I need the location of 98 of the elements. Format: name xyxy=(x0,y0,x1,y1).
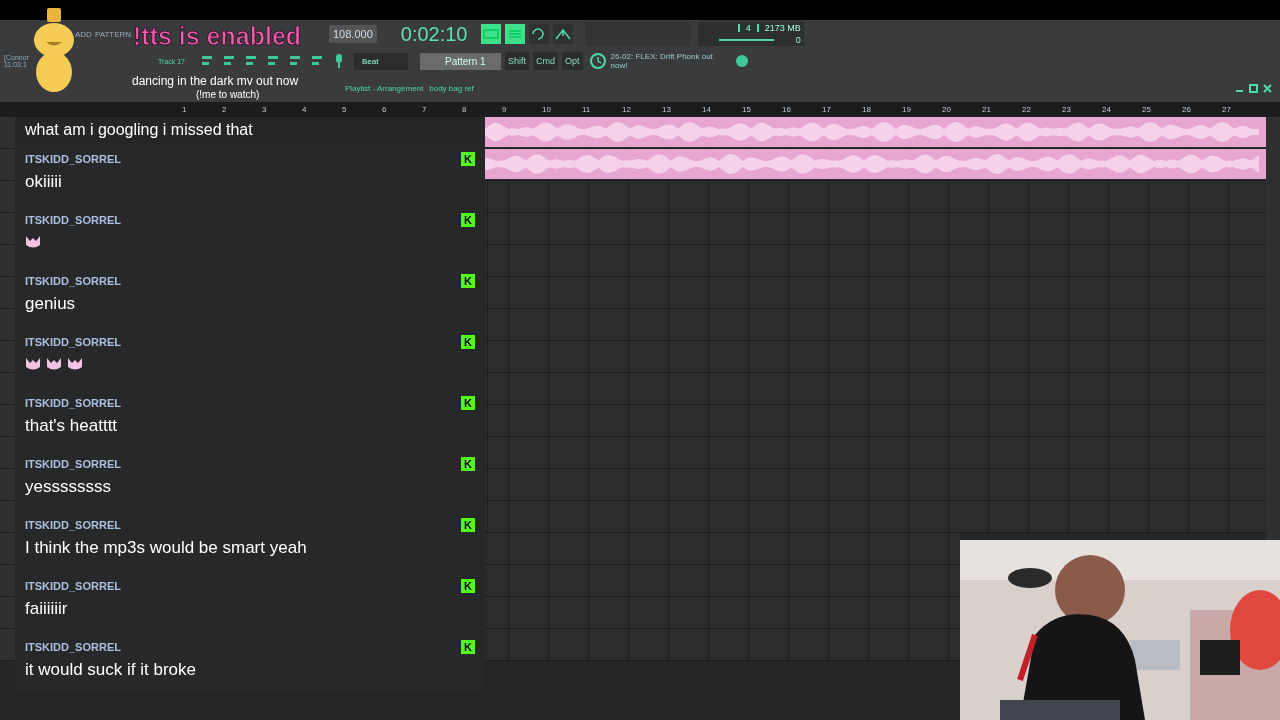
toolbar-icon[interactable] xyxy=(222,54,236,68)
audio-clip[interactable] xyxy=(485,149,1266,179)
bar-number: 24 xyxy=(1102,105,1112,114)
toolbar-icon[interactable] xyxy=(310,54,324,68)
bar-number: 2 xyxy=(222,105,228,114)
snap-dropdown[interactable]: Beat xyxy=(354,52,408,70)
track-lane[interactable] xyxy=(485,597,960,628)
audio-clip[interactable] xyxy=(485,117,1266,147)
emote-icon xyxy=(67,357,84,371)
chat-badge: K xyxy=(461,640,475,654)
clock-icon[interactable] xyxy=(588,52,607,70)
emote-icon xyxy=(25,235,42,249)
chat-message-text: okiiiii xyxy=(25,172,63,192)
tempo-display[interactable]: 108.000 xyxy=(329,25,377,43)
metronome-button[interactable] xyxy=(552,24,573,44)
keyboard-icon xyxy=(482,28,499,40)
chat-username[interactable]: ITSKIDD_SORREL xyxy=(25,336,121,348)
bar-number: 17 xyxy=(822,105,832,114)
chat-username[interactable]: ITSKIDD_SORREL xyxy=(25,153,121,165)
chat-username[interactable]: ITSKIDD_SORREL xyxy=(25,214,121,226)
emote-icon xyxy=(46,357,63,371)
bar-number: 21 xyxy=(982,105,992,114)
bar-number: 26 xyxy=(1182,105,1192,114)
globe-icon[interactable] xyxy=(734,54,749,68)
chat-badge: K xyxy=(461,152,475,166)
bar-number: 20 xyxy=(942,105,952,114)
toolbar-icon[interactable] xyxy=(288,54,302,68)
chat-badge: K xyxy=(461,213,475,227)
bar-number: 5 xyxy=(342,105,348,114)
chat-badge: K xyxy=(461,579,475,593)
chat-username[interactable]: ITSKIDD_SORREL xyxy=(25,458,121,470)
bar-number: 22 xyxy=(1022,105,1032,114)
menu-item[interactable]: ADD xyxy=(75,29,92,39)
chat-badge: K xyxy=(461,335,475,349)
bar-number: 25 xyxy=(1142,105,1152,114)
toolbar-icon[interactable] xyxy=(200,54,214,68)
bar-number: 7 xyxy=(422,105,428,114)
chat-message-text: yessssssss xyxy=(25,477,112,497)
chat-username[interactable]: ITSKIDD_SORREL xyxy=(25,519,121,531)
track-lane[interactable] xyxy=(485,533,960,564)
modifier-button[interactable]: Cmd xyxy=(533,52,559,70)
step-mode-button[interactable] xyxy=(504,24,525,44)
bar-number: 3 xyxy=(262,105,268,114)
bar-number: 13 xyxy=(662,105,672,114)
bar-number: 8 xyxy=(462,105,468,114)
close-icon[interactable] xyxy=(1263,83,1272,93)
memory-reading: 2173 MB xyxy=(764,23,801,33)
chat-username[interactable]: ITSKIDD_SORREL xyxy=(25,397,121,409)
bar-number: 15 xyxy=(742,105,752,114)
bar-number: 10 xyxy=(542,105,552,114)
pattern-selector[interactable]: Pattern 1 xyxy=(420,52,501,70)
chat-message-text: that's heatttt xyxy=(25,416,119,436)
chat-message-text: faiiiiiir xyxy=(25,599,69,619)
modifier-button[interactable]: Shift xyxy=(505,52,529,70)
modifier-button[interactable]: Opt xyxy=(562,52,583,70)
bar-number: 9 xyxy=(502,105,508,114)
chat-badge: K xyxy=(461,457,475,471)
scrollbar[interactable] xyxy=(1266,117,1280,540)
bar-number: 19 xyxy=(902,105,912,114)
maximize-icon[interactable] xyxy=(1249,83,1258,93)
metronome-icon xyxy=(553,27,572,41)
grid-icon xyxy=(506,28,523,40)
emote-icon xyxy=(25,357,42,371)
chat-username[interactable]: ITSKIDD_SORREL xyxy=(25,580,121,592)
chat-badge: K xyxy=(461,396,475,410)
bar-number: 16 xyxy=(782,105,792,114)
wait-button[interactable] xyxy=(528,24,549,44)
alert-title: !tts is enabled xyxy=(133,22,302,51)
bar-number: 12 xyxy=(622,105,632,114)
chat-username[interactable]: ITSKIDD_SORREL xyxy=(25,275,121,287)
bar-number: 6 xyxy=(382,105,388,114)
track-lane[interactable] xyxy=(485,629,960,660)
chat-message-text: it would suck if it broke xyxy=(25,660,197,680)
bar-number: 27 xyxy=(1222,105,1232,114)
news-ticker[interactable]: 26-02: FLEX: Drift Phonk out now! xyxy=(610,51,731,71)
voices-reading: 0 xyxy=(795,35,801,45)
bar-number: 4 xyxy=(302,105,308,114)
chat-message-text: genius xyxy=(25,294,77,314)
stream-banner-text: dancing in the dark mv out now xyxy=(132,74,299,88)
track-lane[interactable] xyxy=(485,565,960,596)
toolbar-icon[interactable] xyxy=(244,54,258,68)
piano-mode-button[interactable] xyxy=(480,24,501,44)
cpu-reading: 4 xyxy=(745,23,751,33)
chat-badge: K xyxy=(461,274,475,288)
toolbar-icon[interactable] xyxy=(266,54,280,68)
time-display: 0:02:10 xyxy=(400,22,469,46)
breadcrumb-item[interactable]: body bag ref xyxy=(429,83,474,93)
bar-number: 14 xyxy=(702,105,712,114)
stream-banner-text: (!me to watch) xyxy=(196,89,260,100)
chat-message-text: I think the mp3s would be smart yeah xyxy=(25,538,308,558)
menu-item[interactable]: PATTERN xyxy=(94,29,132,39)
chat-username[interactable]: ITSKIDD_SORREL xyxy=(25,641,121,653)
bar-number: 1 xyxy=(182,105,188,114)
bar-number: 11 xyxy=(582,105,592,114)
chat-badge: K xyxy=(461,518,475,532)
breadcrumb-item[interactable]: Playlist - Arrangement xyxy=(345,83,424,93)
bar-number: 18 xyxy=(862,105,872,114)
bar-number: 23 xyxy=(1062,105,1072,114)
